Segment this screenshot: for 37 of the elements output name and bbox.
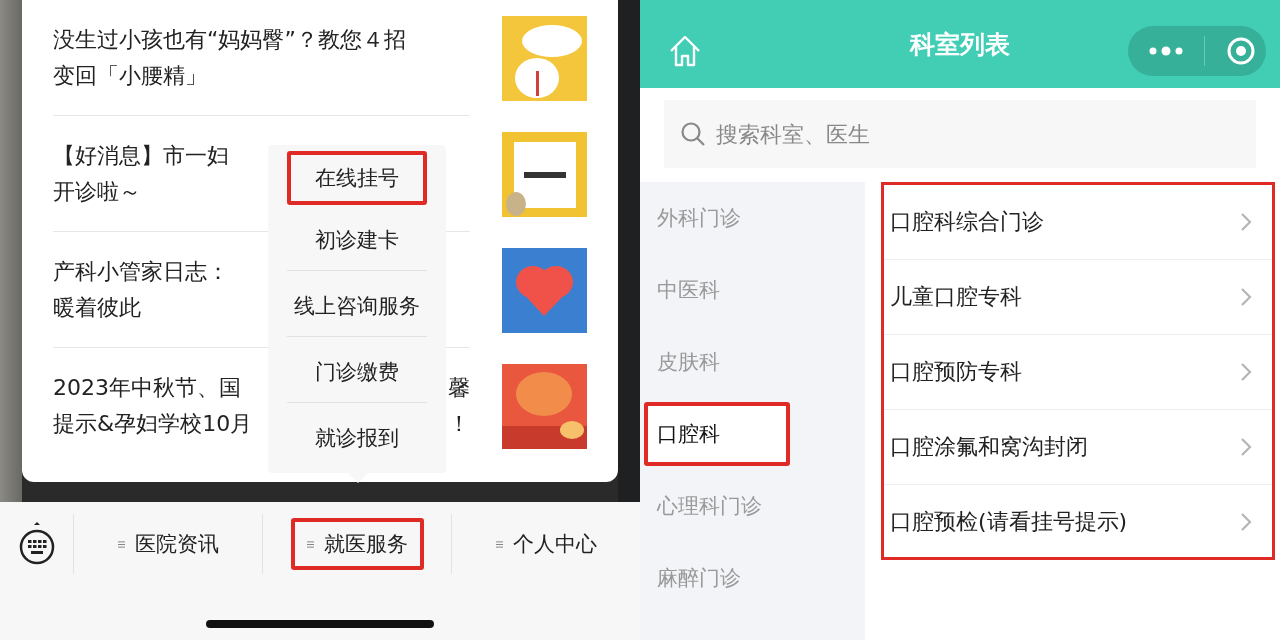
chevron-icon xyxy=(1240,512,1252,532)
keyboard-icon[interactable] xyxy=(17,522,57,566)
menu-tab[interactable]: 医院资讯 xyxy=(101,518,235,570)
article-title-text[interactable]: 【好消息】市一妇 xyxy=(53,137,229,174)
menu-tab[interactable]: 就医服务 xyxy=(290,518,424,570)
menu-tab[interactable]: 个人中心 xyxy=(479,518,613,570)
chevron-icon xyxy=(1240,212,1252,232)
menu-item[interactable]: 就诊报到 xyxy=(287,407,427,469)
department-tab[interactable]: 口腔科 xyxy=(644,402,790,466)
article-title-text[interactable]: 变回「小腰精」 xyxy=(53,57,207,94)
article-title-text[interactable]: ！ xyxy=(448,406,470,442)
menu-item[interactable]: 线上咨询服务 xyxy=(287,275,427,337)
article-title-text[interactable]: 产科小管家日志： xyxy=(53,253,229,290)
page-title: 科室列表 xyxy=(910,28,1010,61)
chevron-icon xyxy=(1240,287,1252,307)
article-title-text[interactable]: 没生过小孩也有“妈妈臀”？教您４招 xyxy=(53,21,406,58)
menu-item[interactable]: 在线挂号 xyxy=(287,151,427,205)
menu-item[interactable]: 初诊建卡 xyxy=(287,209,427,271)
article-title-text[interactable]: 暖着彼此 xyxy=(53,289,141,326)
article-title-text[interactable]: 提示&孕妇学校10月 xyxy=(53,406,253,442)
lines-icon xyxy=(117,539,125,549)
clinic-item[interactable]: 口腔涂氟和窝沟封闭 xyxy=(884,410,1272,485)
clinic-item[interactable]: 口腔科综合门诊 xyxy=(884,185,1272,260)
clinic-item[interactable]: 口腔预检(请看挂号提示) xyxy=(884,485,1272,559)
article-title-text[interactable]: 馨 xyxy=(448,370,470,406)
more-icon[interactable] xyxy=(1149,46,1183,56)
chevron-icon xyxy=(1240,362,1252,382)
lines-icon xyxy=(495,539,503,549)
search-input[interactable]: 搜索科室、医生 xyxy=(664,100,1256,168)
menu-item[interactable]: 门诊缴费 xyxy=(287,341,427,403)
chevron-icon xyxy=(1240,437,1252,457)
clinic-item[interactable]: 口腔预防专科 xyxy=(884,335,1272,410)
lines-icon xyxy=(306,539,314,549)
home-icon[interactable] xyxy=(668,34,702,68)
article-title-text[interactable]: 开诊啦～ xyxy=(53,173,141,210)
article-title-text[interactable]: 2023年中秋节、国 xyxy=(53,370,241,406)
clinic-item[interactable]: 儿童口腔专科 xyxy=(884,260,1272,335)
